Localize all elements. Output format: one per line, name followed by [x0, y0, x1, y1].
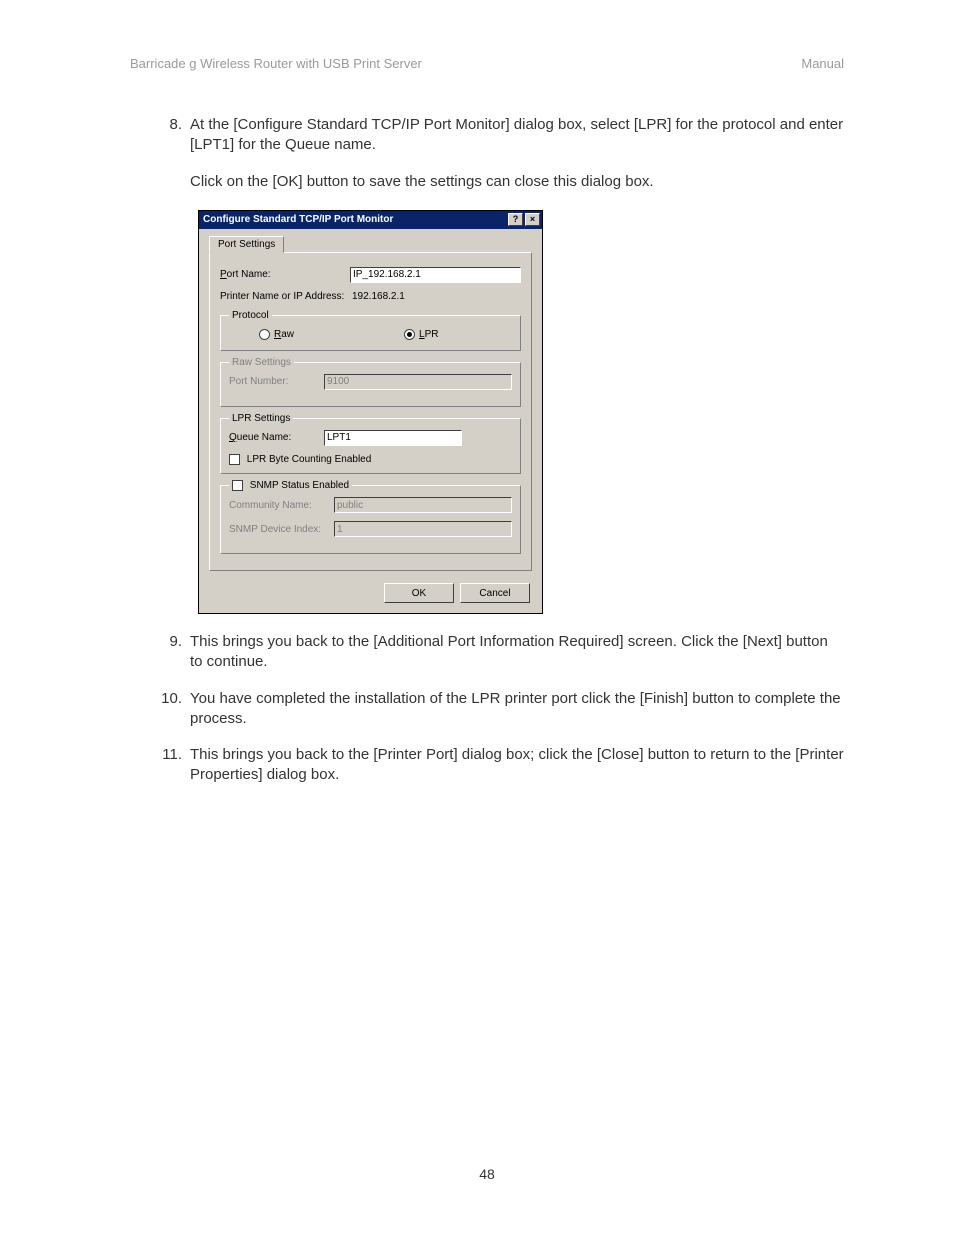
protocol-group: Protocol Raw LPR	[220, 310, 521, 351]
checkbox-icon	[229, 454, 240, 465]
raw-settings-group: Raw Settings Port Number:	[220, 357, 521, 407]
checkbox-label: LPR Byte Counting Enabled	[247, 454, 372, 465]
header-right: Manual	[801, 56, 844, 71]
snmp-device-index-input	[334, 521, 512, 537]
dialog-title: Configure Standard TCP/IP Port Monitor	[203, 214, 506, 225]
step-text: You have completed the installation of t…	[190, 689, 844, 730]
checkbox-icon	[232, 480, 243, 491]
close-icon[interactable]: ×	[525, 213, 540, 226]
step-8: 8. At the [Configure Standard TCP/IP Por…	[158, 115, 844, 192]
radio-label: LPR	[419, 329, 438, 340]
snmp-status-checkbox[interactable]: SNMP Status Enabled	[229, 480, 352, 491]
step-number: 8.	[158, 115, 190, 192]
port-name-label: Port Name:	[220, 269, 350, 280]
page-header: Barricade g Wireless Router with USB Pri…	[130, 56, 844, 71]
help-icon[interactable]: ?	[508, 213, 523, 226]
header-left: Barricade g Wireless Router with USB Pri…	[130, 56, 422, 71]
printer-address-value: 192.168.2.1	[350, 291, 405, 302]
tab-port-settings[interactable]: Port Settings	[209, 236, 284, 253]
community-name-input	[334, 497, 512, 513]
lpr-settings-group: LPR Settings Queue Name: LPR Byte Counti…	[220, 413, 521, 474]
step-text: This brings you back to the [Printer Por…	[190, 745, 844, 786]
lpr-byte-counting-checkbox[interactable]: LPR Byte Counting Enabled	[229, 454, 512, 465]
port-number-input	[324, 374, 512, 390]
checkbox-label: SNMP Status Enabled	[250, 480, 349, 491]
radio-icon	[259, 329, 270, 340]
step-10: 10. You have completed the installation …	[158, 689, 844, 730]
radio-icon	[404, 329, 415, 340]
step-number: 9.	[158, 632, 190, 673]
ok-button[interactable]: OK	[384, 583, 454, 603]
titlebar[interactable]: Configure Standard TCP/IP Port Monitor ?…	[199, 211, 542, 229]
queue-name-input[interactable]	[324, 430, 462, 446]
protocol-lpr-radio[interactable]: LPR	[404, 329, 438, 340]
step-number: 10.	[158, 689, 190, 730]
lpr-settings-legend: LPR Settings	[229, 413, 293, 424]
snmp-group: SNMP Status Enabled Community Name: SNMP…	[220, 480, 521, 554]
port-number-label: Port Number:	[229, 376, 324, 387]
tcpip-port-monitor-dialog: Configure Standard TCP/IP Port Monitor ?…	[198, 210, 543, 614]
protocol-raw-radio[interactable]: Raw	[259, 329, 294, 340]
step-number: 11.	[158, 745, 190, 786]
step-text: This brings you back to the [Additional …	[190, 632, 844, 673]
step-9: 9. This brings you back to the [Addition…	[158, 632, 844, 673]
queue-name-label: Queue Name:	[229, 432, 324, 443]
raw-settings-legend: Raw Settings	[229, 357, 294, 368]
radio-label: Raw	[274, 329, 294, 340]
step-text: At the [Configure Standard TCP/IP Port M…	[190, 115, 844, 156]
port-name-input[interactable]	[350, 267, 521, 283]
step-11: 11. This brings you back to the [Printer…	[158, 745, 844, 786]
cancel-button[interactable]: Cancel	[460, 583, 530, 603]
step-text: Click on the [OK] button to save the set…	[190, 172, 844, 192]
printer-address-label: Printer Name or IP Address:	[220, 291, 350, 302]
protocol-legend: Protocol	[229, 310, 272, 321]
page-number: 48	[130, 1166, 844, 1182]
snmp-device-index-label: SNMP Device Index:	[229, 524, 334, 535]
community-name-label: Community Name:	[229, 500, 334, 511]
